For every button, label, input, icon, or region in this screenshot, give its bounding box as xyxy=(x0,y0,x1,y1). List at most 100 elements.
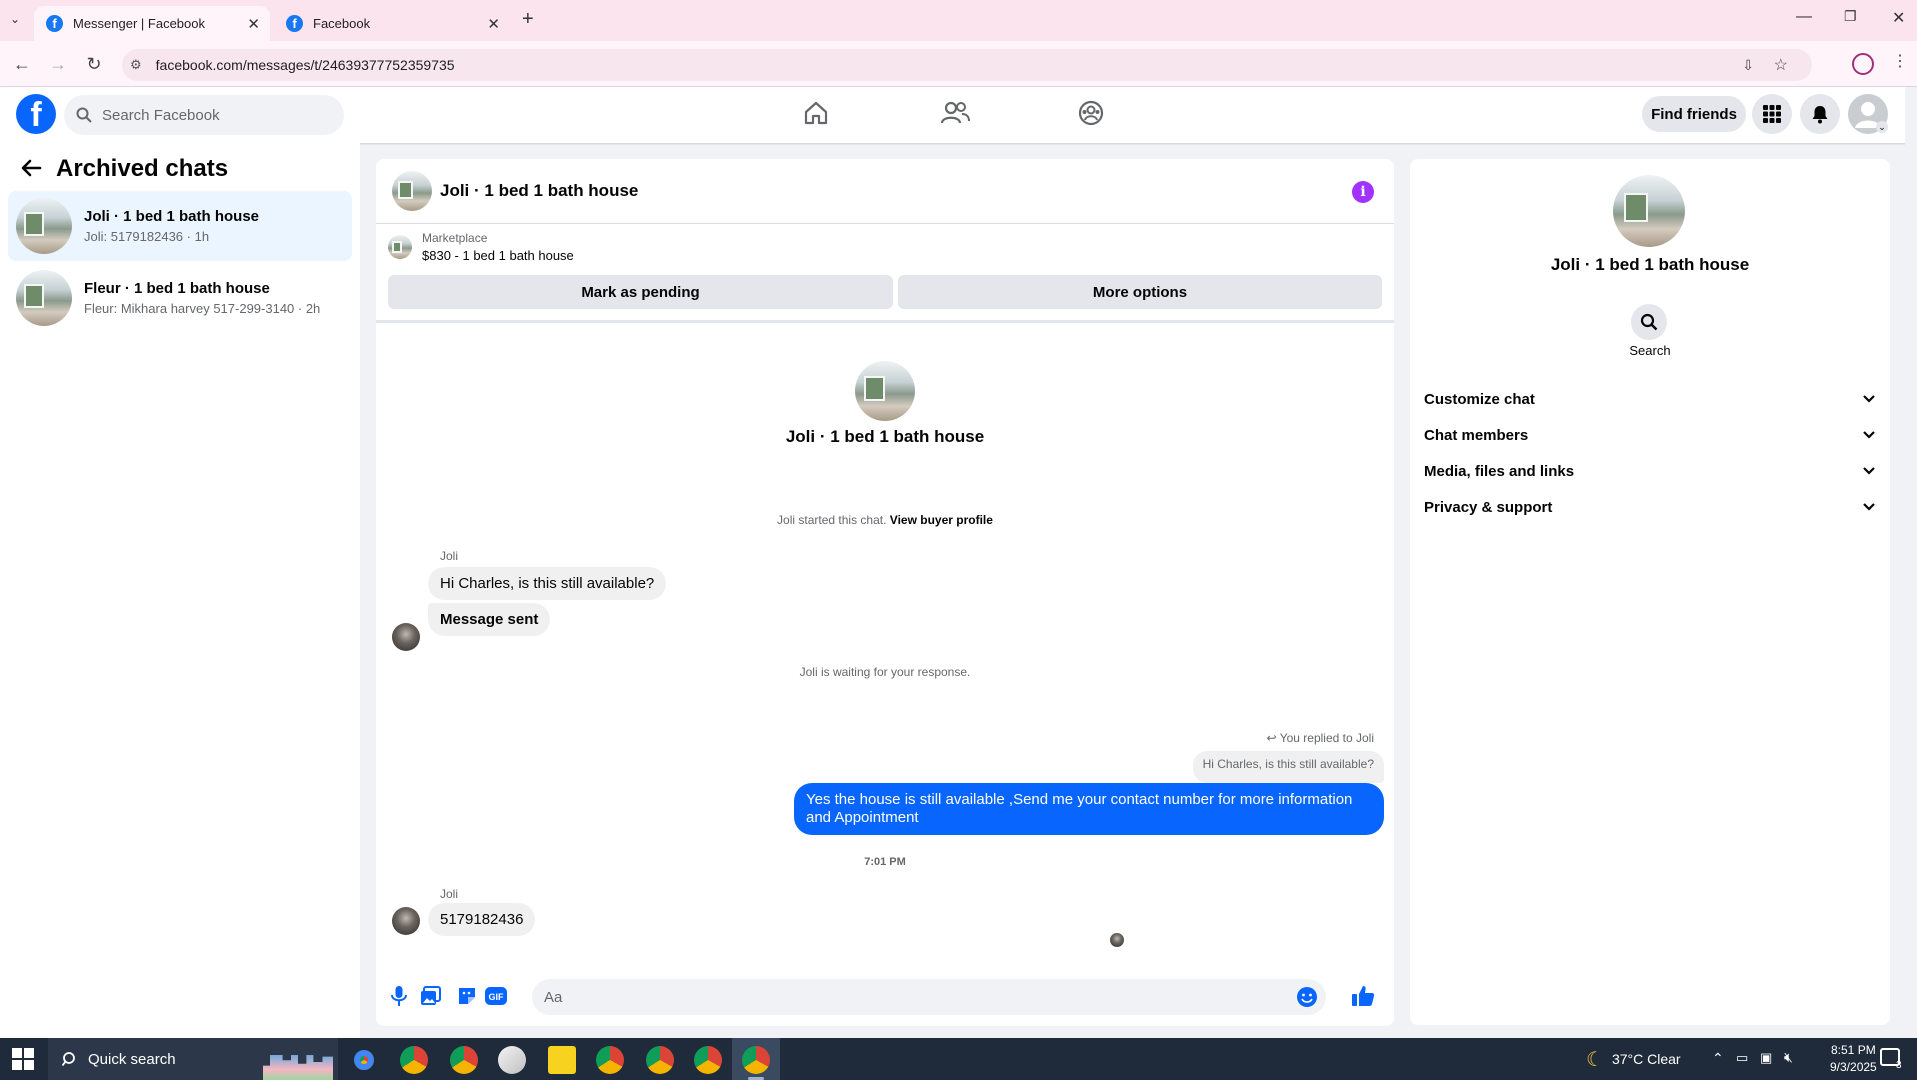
url-field[interactable]: ⚙ facebook.com/messages/t/24639377752359… xyxy=(122,49,1812,81)
chevron-down-icon xyxy=(1862,430,1876,440)
chat-name: Joli · 1 bed 1 bath house xyxy=(84,208,260,225)
browser-menu-icon[interactable]: ⋮ xyxy=(1892,51,1908,71)
conversation-header-title[interactable]: Joli · 1 bed 1 bath house xyxy=(440,181,638,201)
system-clock[interactable]: 8:51 PM 9/3/2025 xyxy=(1830,1042,1877,1076)
forward-icon[interactable]: → xyxy=(46,52,70,76)
info-icon[interactable]: i xyxy=(1352,181,1374,203)
system-tray-icon[interactable]: ▭ xyxy=(1736,1050,1748,1066)
chat-item-joli[interactable]: Joli · 1 bed 1 bath house Joli: 51791824… xyxy=(8,191,352,261)
account-chevron-down-icon[interactable]: ⌄ xyxy=(1876,121,1888,133)
reply-arrow-icon: ↩ xyxy=(1266,731,1277,745)
sticker-icon[interactable] xyxy=(456,985,478,1007)
mark-as-pending-button[interactable]: Mark as pending xyxy=(388,275,893,309)
friends-icon[interactable] xyxy=(940,99,970,127)
thumbs-up-icon[interactable] xyxy=(1350,983,1376,1009)
archived-chats-panel: Archived chats Joli · 1 bed 1 bath house… xyxy=(0,143,360,1038)
marketplace-label: Marketplace xyxy=(422,231,488,245)
find-friends-button[interactable]: Find friends xyxy=(1642,96,1746,132)
search-placeholder: Search Facebook xyxy=(102,106,220,124)
site-info-icon[interactable]: ⚙ xyxy=(130,57,142,73)
tab-close-icon[interactable]: ✕ xyxy=(487,15,500,33)
windows-start-icon[interactable] xyxy=(12,1048,34,1070)
reload-icon[interactable]: ↻ xyxy=(82,52,106,76)
taskbar-search[interactable]: Quick search xyxy=(48,1038,338,1080)
groups-icon[interactable] xyxy=(1077,99,1105,127)
tab-messenger[interactable]: f Messenger | Facebook ✕ xyxy=(34,6,270,41)
joli-avatar[interactable] xyxy=(392,623,420,651)
chrome-app-icon[interactable] xyxy=(400,1046,428,1074)
restore-button[interactable]: ❐ xyxy=(1844,8,1857,25)
message-bubble[interactable]: 5179182436 xyxy=(428,903,536,936)
back-icon[interactable]: ← xyxy=(10,52,34,76)
network-icon[interactable]: ▣ xyxy=(1760,1050,1772,1066)
photo-icon[interactable] xyxy=(420,985,442,1007)
section-label: Privacy & support xyxy=(1424,498,1553,516)
listing-thumbnail[interactable] xyxy=(392,171,432,211)
message-input[interactable]: Aa xyxy=(532,979,1326,1015)
listing-title: $830 - 1 bed 1 bath house xyxy=(422,248,574,263)
chrome-app-icon[interactable] xyxy=(646,1046,674,1074)
my-message-bubble[interactable]: Yes the house is still available ,Send m… xyxy=(794,783,1384,835)
show-hidden-icons-chevron-icon[interactable]: ⌃ xyxy=(1712,1050,1724,1067)
emoji-icon[interactable] xyxy=(1296,986,1318,1008)
notifications-bell-icon[interactable] xyxy=(1800,94,1840,134)
paint-app-icon[interactable] xyxy=(498,1046,526,1074)
details-thumbnail[interactable] xyxy=(1613,175,1685,247)
chrome-app-icon[interactable] xyxy=(694,1046,722,1074)
weather-text: 37°C Clear xyxy=(1611,1051,1681,1067)
view-buyer-profile-link[interactable]: View buyer profile xyxy=(890,513,993,527)
chrome-app-icon[interactable] xyxy=(742,1046,770,1074)
gif-icon[interactable]: GIF xyxy=(484,985,508,1007)
weather-widget[interactable]: ☾ 37°C Clear xyxy=(1586,1038,1681,1080)
quoted-message[interactable]: Hi Charles, is this still available? xyxy=(1192,751,1384,783)
search-input[interactable]: Search Facebook xyxy=(64,95,344,135)
message-timestamp: 7:01 PM xyxy=(864,856,906,868)
chat-name: Fleur · 1 bed 1 bath house xyxy=(84,280,270,297)
menu-grid-icon[interactable] xyxy=(1752,94,1792,134)
chat-preview: Fleur: Mikhara harvey 517-299-3140 · 2h xyxy=(84,301,321,316)
back-arrow-icon[interactable] xyxy=(20,157,42,179)
volume-muted-icon[interactable]: 🔇︎ xyxy=(1784,1049,1793,1066)
marketplace-listing[interactable]: Marketplace $830 - 1 bed 1 bath house xyxy=(388,231,574,263)
divider xyxy=(376,320,1394,323)
facebook-logo-icon[interactable]: f xyxy=(16,94,56,134)
joli-avatar[interactable] xyxy=(392,907,420,935)
sticky-notes-app-icon[interactable] xyxy=(548,1046,576,1074)
message-bubble[interactable]: Hi Charles, is this still available? xyxy=(428,567,667,600)
chrome-app-icon[interactable] xyxy=(350,1046,378,1074)
profile-icon[interactable] xyxy=(1852,53,1874,75)
tab-title: Facebook xyxy=(313,16,371,31)
chrome-app-icon[interactable] xyxy=(596,1046,624,1074)
minimize-button[interactable]: — xyxy=(1796,8,1812,26)
media-files-links-section[interactable]: Media, files and links xyxy=(1424,453,1876,489)
url-text: facebook.com/messages/t/2463937775235973… xyxy=(155,57,455,73)
chrome-app-icon[interactable] xyxy=(450,1046,478,1074)
privacy-support-section[interactable]: Privacy & support xyxy=(1424,489,1876,525)
search-icon xyxy=(1640,313,1658,331)
listing-thumbnail xyxy=(388,235,412,259)
new-tab-button[interactable]: + xyxy=(522,8,534,31)
tab-close-icon[interactable]: ✕ xyxy=(247,15,260,33)
clock-date: 9/3/2025 xyxy=(1830,1060,1877,1074)
page-scrollbar[interactable] xyxy=(1905,87,1917,1038)
listing-thumbnail xyxy=(16,198,72,254)
microphone-icon[interactable] xyxy=(390,985,408,1007)
home-icon[interactable] xyxy=(802,99,830,127)
taskbar-search-text: Quick search xyxy=(88,1050,176,1068)
message-bubble[interactable]: Message sent xyxy=(428,603,551,636)
chat-started-notice: Joli started this chat. View buyer profi… xyxy=(376,513,1394,527)
close-window-button[interactable]: ✕ xyxy=(1892,8,1905,28)
address-bar-row: ← → ↻ ⚙ facebook.com/messages/t/24639377… xyxy=(0,41,1917,87)
listing-thumbnail xyxy=(16,270,72,326)
facebook-favicon-icon: f xyxy=(46,15,63,32)
tab-facebook[interactable]: f Facebook ✕ xyxy=(274,6,510,41)
tab-list-dropdown-icon[interactable]: ⌄ xyxy=(10,12,20,26)
install-app-icon[interactable]: ⇩ xyxy=(1742,57,1754,74)
chat-item-fleur[interactable]: Fleur · 1 bed 1 bath house Fleur: Mikhar… xyxy=(8,263,352,333)
search-in-conversation-button[interactable] xyxy=(1631,304,1667,340)
section-label: Media, files and links xyxy=(1424,462,1575,480)
more-options-button[interactable]: More options xyxy=(898,275,1382,309)
customize-chat-section[interactable]: Customize chat xyxy=(1424,381,1876,417)
chat-members-section[interactable]: Chat members xyxy=(1424,417,1876,453)
bookmark-star-icon[interactable]: ☆ xyxy=(1774,55,1788,75)
